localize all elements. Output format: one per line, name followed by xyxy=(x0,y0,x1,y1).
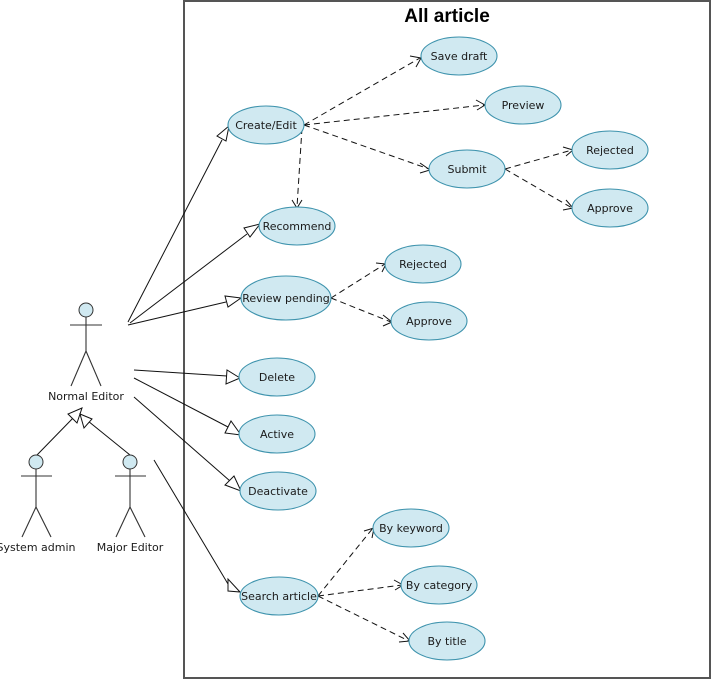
use-case-preview[interactable]: Preview xyxy=(484,85,562,125)
use-case-label: Save draft xyxy=(431,50,488,63)
use-case-label: By title xyxy=(427,635,466,648)
use-case-label: Delete xyxy=(259,371,295,384)
use-case-by-category[interactable]: By category xyxy=(400,565,478,605)
use-case-by-title[interactable]: By title xyxy=(408,621,486,661)
use-case-recommend[interactable]: Recommend xyxy=(258,206,336,246)
actor-head-icon xyxy=(122,454,138,470)
use-case-label: Rejected xyxy=(586,144,634,157)
actor-label: System admin xyxy=(0,541,76,554)
actor-system-admin[interactable]: System admin xyxy=(0,454,76,554)
use-case-diagram: All article Create/Edit Save draft Previ… xyxy=(0,0,711,679)
use-case-by-keyword[interactable]: By keyword xyxy=(372,508,450,548)
actor-head-icon xyxy=(28,454,44,470)
use-case-submit-rejected[interactable]: Rejected xyxy=(571,130,649,170)
actor-major-editor[interactable]: Major Editor xyxy=(97,454,164,554)
use-case-label: Create/Edit xyxy=(235,119,297,132)
use-case-label: By keyword xyxy=(379,522,443,535)
use-case-label: Review pending xyxy=(242,292,329,305)
use-case-save-draft[interactable]: Save draft xyxy=(420,36,498,76)
use-case-label: Rejected xyxy=(399,258,447,271)
use-case-review-rejected[interactable]: Rejected xyxy=(384,244,462,284)
use-case-label: Active xyxy=(260,428,294,441)
use-case-submit[interactable]: Submit xyxy=(428,149,506,189)
actor-label: Normal Editor xyxy=(48,390,124,403)
generalization-system-admin xyxy=(36,407,83,456)
use-case-submit-approve[interactable]: Approve xyxy=(571,188,649,228)
use-case-label: Approve xyxy=(587,202,633,215)
use-case-delete[interactable]: Delete xyxy=(238,357,316,397)
use-case-review-approve[interactable]: Approve xyxy=(390,301,468,341)
use-case-label: Submit xyxy=(447,163,487,176)
use-case-label: Preview xyxy=(502,99,545,112)
use-case-search-article[interactable]: Search article xyxy=(239,576,319,616)
actor-normal-editor[interactable]: Normal Editor xyxy=(48,302,124,403)
use-case-label: By category xyxy=(406,579,473,592)
use-case-create-edit[interactable]: Create/Edit xyxy=(227,105,305,145)
use-case-label: Recommend xyxy=(263,220,332,233)
use-case-review-pending[interactable]: Review pending xyxy=(240,275,332,321)
use-case-label: Search article xyxy=(241,590,317,603)
actor-label: Major Editor xyxy=(97,541,164,554)
system-title: All article xyxy=(404,6,490,27)
use-case-label: Deactivate xyxy=(248,485,308,498)
use-case-label: Approve xyxy=(406,315,452,328)
use-case-active[interactable]: Active xyxy=(238,414,316,454)
use-case-deactivate[interactable]: Deactivate xyxy=(239,471,317,511)
actor-head-icon xyxy=(78,302,94,318)
generalization-major-editor xyxy=(79,413,131,456)
